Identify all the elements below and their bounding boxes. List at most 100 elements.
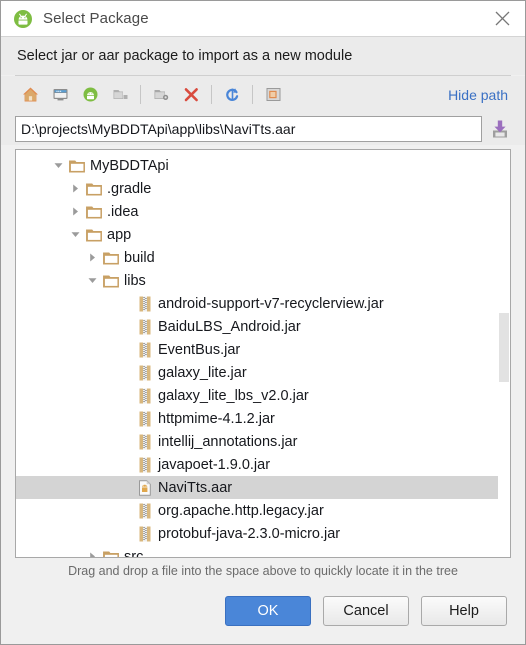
tree-no-twisty [118, 292, 135, 315]
jar-icon [135, 338, 154, 361]
tree-no-twisty [118, 338, 135, 361]
jar-icon [135, 407, 154, 430]
folder-icon [67, 154, 86, 177]
tree-row-label: intellij_annotations.jar [158, 433, 298, 450]
tree-row[interactable]: libs [16, 269, 510, 292]
jar-icon [135, 384, 154, 407]
tree-no-twisty [118, 476, 135, 499]
tree-row-label: .idea [107, 203, 139, 220]
tree-row[interactable]: httpmime-4.1.2.jar [16, 407, 510, 430]
aar-icon [135, 476, 154, 499]
show-hidden-icon[interactable] [258, 81, 288, 109]
tree-row[interactable]: src [16, 545, 510, 557]
tree-row-label: galaxy_lite_lbs_v2.0.jar [158, 387, 309, 404]
path-row [1, 113, 525, 145]
chevron-right-icon[interactable] [84, 246, 101, 269]
tree-row[interactable]: javapoet-1.9.0.jar [16, 453, 510, 476]
dialog-instruction: Select jar or aar package to import as a… [17, 48, 353, 64]
tree-row-selected[interactable]: NaviTts.aar [16, 476, 510, 499]
tree-no-twisty [118, 315, 135, 338]
tree-row[interactable]: MyBDDTApi [16, 154, 510, 177]
project-icon[interactable] [75, 81, 105, 109]
refresh-icon[interactable] [217, 81, 247, 109]
tree-row[interactable]: .idea [16, 200, 510, 223]
chevron-right-icon[interactable] [84, 545, 101, 557]
folder-icon [84, 200, 103, 223]
toolbar-separator [140, 85, 141, 104]
chevron-down-icon[interactable] [50, 154, 67, 177]
tree-row-label: org.apache.http.legacy.jar [158, 502, 324, 519]
dialog-button-bar: OK Cancel Help [1, 584, 525, 644]
folder-icon [101, 269, 120, 292]
help-button[interactable]: Help [421, 596, 507, 626]
tree-row[interactable]: app [16, 223, 510, 246]
jar-icon [135, 499, 154, 522]
file-tree[interactable]: MyBDDTApi .gradle .idea app build libs android… [16, 150, 510, 557]
tree-no-twisty [118, 407, 135, 430]
toolbar-separator [252, 85, 253, 104]
drag-drop-hint: Drag and drop a file into the space abov… [68, 564, 458, 578]
tree-row-label: EventBus.jar [158, 341, 241, 358]
tree-row[interactable]: org.apache.http.legacy.jar [16, 499, 510, 522]
tree-row[interactable]: galaxy_lite_lbs_v2.0.jar [16, 384, 510, 407]
tree-row-label: libs [124, 272, 146, 289]
tree-row-label: BaiduLBS_Android.jar [158, 318, 301, 335]
tree-row[interactable]: protobuf-java-2.3.0-micro.jar [16, 522, 510, 545]
tree-no-twisty [118, 522, 135, 545]
tree-row-label: .gradle [107, 180, 152, 197]
tree-no-twisty [118, 430, 135, 453]
ok-button[interactable]: OK [225, 596, 311, 626]
jar-icon [135, 361, 154, 384]
jar-icon [135, 292, 154, 315]
folder-icon[interactable] [105, 81, 135, 109]
file-tree-panel: MyBDDTApi .gradle .idea app build libs android… [15, 149, 511, 558]
close-icon[interactable] [479, 1, 525, 37]
tree-row[interactable]: build [16, 246, 510, 269]
tree-row-label: build [124, 249, 155, 266]
desktop-icon[interactable] [45, 81, 75, 109]
delete-icon[interactable] [176, 81, 206, 109]
tree-row[interactable]: BaiduLBS_Android.jar [16, 315, 510, 338]
tree-row[interactable]: android-support-v7-recyclerview.jar [16, 292, 510, 315]
tree-row-label: httpmime-4.1.2.jar [158, 410, 275, 427]
folder-icon [101, 246, 120, 269]
new-folder-icon[interactable] [146, 81, 176, 109]
tree-row[interactable]: intellij_annotations.jar [16, 430, 510, 453]
path-input[interactable] [15, 116, 482, 142]
chevron-right-icon[interactable] [67, 177, 84, 200]
tree-row-label: javapoet-1.9.0.jar [158, 456, 271, 473]
tree-row-label: android-support-v7-recyclerview.jar [158, 295, 384, 312]
tree-no-twisty [118, 453, 135, 476]
tree-row-label: galaxy_lite.jar [158, 364, 247, 381]
navigation-toolbar: Hide path [1, 76, 525, 113]
home-icon[interactable] [15, 81, 45, 109]
select-package-dialog: Select Package Select jar or aar package… [0, 0, 526, 645]
tree-scrollbar-thumb[interactable] [499, 312, 509, 382]
window-title: Select Package [43, 10, 149, 27]
hide-path-link[interactable]: Hide path [448, 87, 511, 103]
tree-row[interactable]: galaxy_lite.jar [16, 361, 510, 384]
tree-row-label: NaviTts.aar [158, 479, 233, 496]
save-icon[interactable] [487, 116, 513, 142]
title-bar: Select Package [1, 1, 525, 37]
tree-row-label: protobuf-java-2.3.0-micro.jar [158, 525, 341, 542]
tree-row[interactable]: .gradle [16, 177, 510, 200]
jar-icon [135, 522, 154, 545]
chevron-right-icon[interactable] [67, 200, 84, 223]
jar-icon [135, 453, 154, 476]
tree-no-twisty [118, 384, 135, 407]
cancel-button[interactable]: Cancel [323, 596, 409, 626]
folder-icon [84, 177, 103, 200]
jar-icon [135, 430, 154, 453]
tree-row-label: MyBDDTApi [90, 157, 169, 174]
subtitle-bar: Select jar or aar package to import as a… [1, 37, 525, 75]
jar-icon [135, 315, 154, 338]
tree-scrollbar[interactable] [498, 150, 510, 557]
tree-no-twisty [118, 499, 135, 522]
chevron-down-icon[interactable] [67, 223, 84, 246]
chevron-down-icon[interactable] [84, 269, 101, 292]
tree-row-label: app [107, 226, 132, 243]
tree-row[interactable]: EventBus.jar [16, 338, 510, 361]
folder-icon [101, 545, 120, 557]
android-studio-icon [13, 9, 33, 29]
